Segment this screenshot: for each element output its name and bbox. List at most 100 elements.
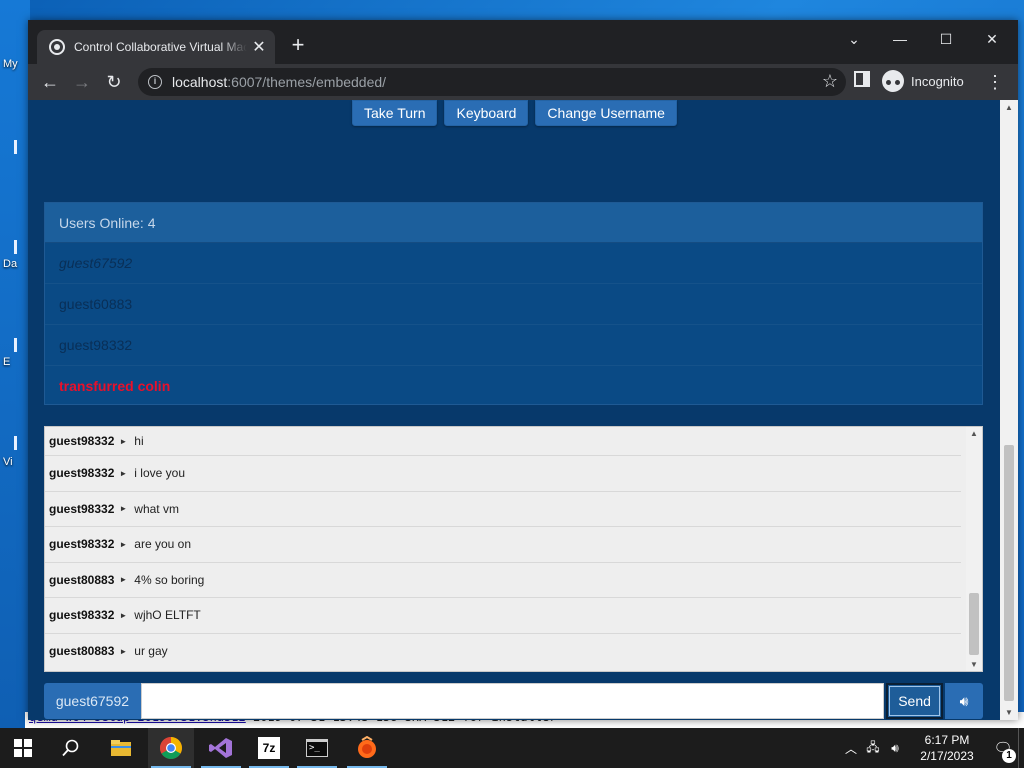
side-panel-icon[interactable] <box>854 71 870 87</box>
tab-title: Control Collaborative Virtual Mac <box>74 40 247 54</box>
chat-username: guest80883 <box>49 572 115 587</box>
page-scrollbar[interactable]: ▲ ▼ <box>1000 100 1018 720</box>
tab-search-chevron-icon[interactable]: ⌄ <box>834 24 874 54</box>
close-window-button[interactable]: ✕ <box>972 24 1012 54</box>
chat-username: guest80883 <box>49 644 115 659</box>
take-turn-button[interactable]: Take Turn <box>352 100 438 126</box>
7zip-taskbar-button[interactable]: 7z <box>246 728 292 768</box>
show-desktop-button[interactable] <box>1018 728 1024 768</box>
browser-menu-icon[interactable]: ⋮ <box>986 68 1004 96</box>
scroll-up-icon[interactable]: ▲ <box>970 429 978 438</box>
chat-message: guest98332 ► i love you <box>45 456 961 492</box>
caret-right-icon: ► <box>119 468 128 478</box>
user-list-item[interactable]: guest60883 <box>45 284 982 325</box>
desktop-icon[interactable] <box>14 436 17 450</box>
chat-text: hi <box>134 434 144 448</box>
clock-time: 6:17 PM <box>924 733 970 747</box>
chat-text: i love you <box>134 466 185 481</box>
url-host: localhost <box>172 74 228 90</box>
chat-message: guest80883 ► 4% so boring <box>45 563 961 598</box>
start-button[interactable] <box>0 728 46 768</box>
volume-icon[interactable]: 🔊︎ <box>884 741 906 756</box>
chat-message: guest98332 ► hi <box>45 427 961 456</box>
chat-username: guest98332 <box>49 501 115 516</box>
caret-right-icon: ► <box>119 575 128 585</box>
scroll-down-icon[interactable]: ▼ <box>970 660 978 669</box>
chevron-up-icon[interactable]: ︿ <box>840 740 862 757</box>
visual-studio-icon <box>209 738 232 758</box>
chat-log[interactable]: guest98332 ► hi guest98332 ► i love you gues… <box>44 426 983 672</box>
visual-studio-taskbar-button[interactable] <box>198 728 244 768</box>
caret-right-icon: ► <box>119 436 128 446</box>
terminal-taskbar-button[interactable]: >_ <box>294 728 340 768</box>
terminal-icon: >_ <box>306 739 328 757</box>
volume-icon[interactable]: 🔊︎ <box>945 683 983 719</box>
search-icon <box>62 739 79 757</box>
network-icon[interactable]: 🖧︎ <box>862 738 884 759</box>
bookmark-star-icon[interactable]: ☆ <box>822 71 838 92</box>
reload-icon[interactable]: ↻ <box>100 68 128 96</box>
users-online-header: Users Online: 4 <box>45 203 982 243</box>
action-center-button[interactable]: 🗨︎ 1 <box>988 739 1018 763</box>
incognito-indicator[interactable]: Incognito <box>882 70 964 92</box>
desktop-icon[interactable] <box>14 240 17 254</box>
user-list-item[interactable]: transfurred colin <box>45 366 982 407</box>
chrome-icon <box>160 737 182 759</box>
chat-username: guest98332 <box>49 466 115 481</box>
vm-action-buttons: Take Turn Keyboard Change Username <box>352 100 677 126</box>
clock[interactable]: 6:17 PM 2/17/2023 <box>912 732 982 764</box>
page-content: Take Turn Keyboard Change Username Users… <box>28 100 1018 720</box>
caret-right-icon: ► <box>119 539 128 549</box>
back-arrow-icon[interactable]: ← <box>36 68 64 96</box>
chat-scrollbar[interactable]: ▲ ▼ <box>966 427 982 671</box>
desktop-icon-label[interactable]: My <box>0 58 28 70</box>
chat-text: what vm <box>134 501 179 516</box>
caret-right-icon: ► <box>119 646 128 656</box>
notification-count-badge: 1 <box>1002 749 1016 763</box>
site-favicon-icon <box>49 39 65 55</box>
url-path: :6007/themes/embedded/ <box>227 74 387 90</box>
chrome-taskbar-button[interactable] <box>148 728 194 768</box>
desktop-icon[interactable] <box>14 338 17 352</box>
user-list-item[interactable]: guest98332 <box>45 325 982 366</box>
chat-message: guest98332 ► what vm <box>45 492 961 527</box>
chat-text: ur gay <box>134 644 168 659</box>
caret-right-icon: ► <box>119 610 128 620</box>
user-list-item[interactable]: guest67592 <box>45 243 982 284</box>
page-scroll-thumb[interactable] <box>1004 445 1014 701</box>
new-tab-button[interactable]: + <box>286 34 310 58</box>
search-button[interactable] <box>48 728 94 768</box>
qemu-taskbar-button[interactable] <box>344 728 390 768</box>
incognito-icon <box>882 70 904 92</box>
chat-scroll-thumb[interactable] <box>969 593 979 655</box>
keyboard-button[interactable]: Keyboard <box>444 100 529 126</box>
scroll-down-icon[interactable]: ▼ <box>1005 708 1013 717</box>
file-explorer-button[interactable] <box>98 728 144 768</box>
desktop-icon-label[interactable]: E <box>0 356 28 368</box>
file-explorer-icon <box>111 740 131 756</box>
browser-tab[interactable]: Control Collaborative Virtual Mac ✕ <box>37 30 275 64</box>
forward-arrow-icon[interactable]: → <box>68 68 96 96</box>
site-info-icon[interactable]: i <box>148 75 162 89</box>
send-button[interactable]: Send <box>886 683 944 719</box>
chat-text: 4% so boring <box>134 572 205 587</box>
desktop-icon-label[interactable]: Da <box>0 258 28 270</box>
minimize-button[interactable]: — <box>880 24 920 54</box>
chat-message-list: guest98332 ► hi guest98332 ► i love you gues… <box>45 427 961 669</box>
chat-message: guest80883 ► ur gay <box>45 634 961 670</box>
desktop-icon-label[interactable]: Vi <box>0 456 28 468</box>
desktop-icon[interactable] <box>14 140 17 154</box>
address-bar[interactable]: i localhost:6007/themes/embedded/ ☆ <box>138 68 846 96</box>
chat-message: guest98332 ► wjhO ELTFT <box>45 598 961 634</box>
7zip-icon: 7z <box>258 737 280 759</box>
chat-input[interactable] <box>140 683 885 719</box>
close-tab-icon[interactable]: ✕ <box>251 37 267 57</box>
system-tray: ︿ 🖧︎ 🔊︎ 6:17 PM 2/17/2023 🗨︎ 1 <box>840 728 1024 768</box>
users-online-panel: Users Online: 4 guest67592 guest60883 gu… <box>44 202 983 405</box>
windows-taskbar: 7z >_ ︿ 🖧︎ 🔊︎ 6:17 PM 2/17/2023 🗨︎ 1 <box>0 728 1024 768</box>
browser-window: Control Collaborative Virtual Mac ✕ + ⌄ … <box>28 20 1018 720</box>
maximize-button[interactable]: ☐ <box>926 24 966 54</box>
change-username-button[interactable]: Change Username <box>535 100 677 126</box>
scroll-up-icon[interactable]: ▲ <box>1005 103 1013 112</box>
current-username-label: guest67592 <box>44 683 141 719</box>
